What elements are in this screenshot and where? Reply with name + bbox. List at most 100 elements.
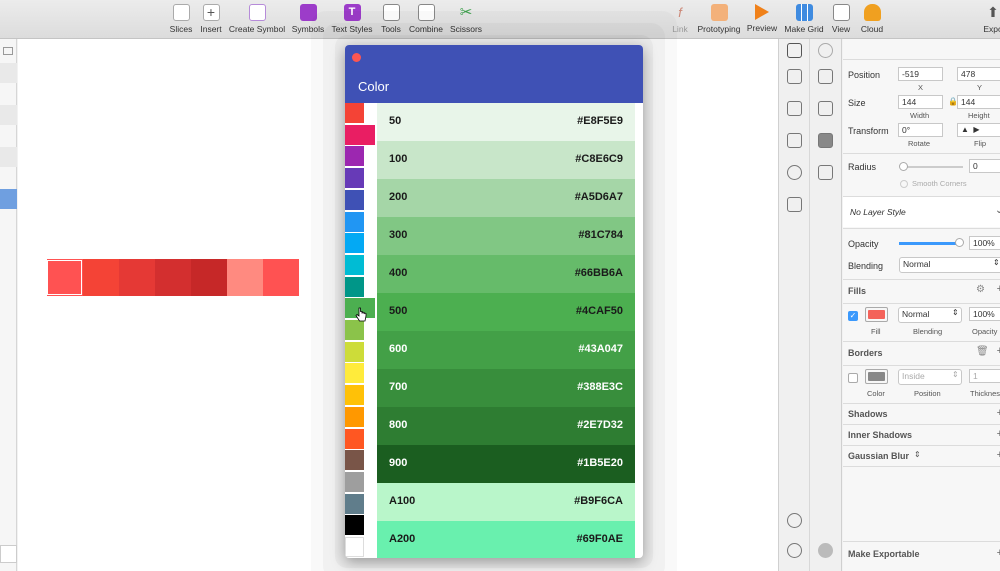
scissors-button[interactable]: ✂ Scissors <box>448 4 484 34</box>
fill-blending-select[interactable]: Normal ⇕ <box>898 307 962 323</box>
make-grid-button[interactable]: Make Grid <box>783 4 825 34</box>
opacity-slider-knob[interactable] <box>955 238 964 247</box>
shade-row[interactable]: 100 #C8E6C9 <box>377 141 635 179</box>
hue-swatch[interactable] <box>345 385 364 406</box>
x-input[interactable]: -519 <box>898 67 943 81</box>
export-panel-icon[interactable] <box>818 69 833 84</box>
radius-slider[interactable] <box>901 166 963 168</box>
hue-swatch[interactable] <box>345 103 364 123</box>
hue-swatch[interactable] <box>345 363 364 384</box>
symbols-tab-icon[interactable] <box>787 101 802 116</box>
palette-swatch[interactable] <box>119 259 155 296</box>
palette-swatch[interactable] <box>155 259 191 296</box>
inspector-tab-icon[interactable] <box>787 43 802 58</box>
hue-swatch[interactable] <box>345 168 364 189</box>
border-thickness-input[interactable]: 1 <box>969 369 1000 383</box>
hue-swatch[interactable] <box>345 406 364 427</box>
shade-row[interactable]: 400 #66BB6A <box>377 255 635 293</box>
shade-row[interactable]: 50 #E8F5E9 <box>377 103 635 141</box>
hue-swatch[interactable] <box>345 471 364 492</box>
combine-button[interactable]: Combine <box>408 4 444 34</box>
shade-row[interactable]: 800 #2E7D32 <box>377 407 635 445</box>
slices-button[interactable]: Slices <box>168 4 194 34</box>
shade-row[interactable]: 700 #388E3C <box>377 369 635 407</box>
flip-buttons[interactable]: ▲ ▶ <box>957 123 1000 137</box>
palette-icon[interactable] <box>787 165 802 180</box>
symbols-button[interactable]: Symbols <box>290 4 326 34</box>
hue-swatch[interactable] <box>345 233 364 254</box>
prototyping-button[interactable]: Prototyping <box>696 4 742 34</box>
shade-row[interactable]: 500 #4CAF50 <box>377 293 635 331</box>
opacity-slider[interactable] <box>899 242 961 245</box>
radius-input[interactable]: 0 <box>969 159 1000 173</box>
grid-icon[interactable] <box>787 197 802 212</box>
hue-swatch[interactable] <box>345 493 364 514</box>
layer-row[interactable] <box>0 147 17 167</box>
hue-swatch[interactable] <box>345 341 364 362</box>
hue-swatch[interactable] <box>345 450 364 471</box>
shade-row[interactable]: 900 #1B5E20 <box>377 445 635 483</box>
smooth-corners-checkbox[interactable] <box>900 180 908 188</box>
export-button[interactable]: ⬆ Expo <box>978 4 1000 34</box>
hue-swatch[interactable] <box>345 254 364 275</box>
shade-row[interactable]: 600 #43A047 <box>377 331 635 369</box>
hue-swatch[interactable] <box>345 189 364 210</box>
fill-opacity-input[interactable]: 100% <box>969 307 1000 321</box>
blocks-icon[interactable] <box>818 133 833 148</box>
height-input[interactable]: 144 <box>957 95 1000 109</box>
table-icon[interactable] <box>818 165 833 180</box>
palette-swatch[interactable] <box>83 259 119 296</box>
border-checkbox[interactable] <box>848 373 858 383</box>
create-symbol-button[interactable]: Create Symbol <box>228 4 286 34</box>
text-styles-button[interactable]: T Text Styles <box>330 4 374 34</box>
link-button[interactable]: f Link <box>668 4 692 34</box>
filter-input[interactable] <box>0 545 17 563</box>
help-icon[interactable] <box>787 513 802 528</box>
fontawesome-icon[interactable] <box>818 43 833 58</box>
add-border-icon[interactable]: + <box>997 345 1000 357</box>
shade-row[interactable]: 200 #A5D6A7 <box>377 179 635 217</box>
palette-swatch[interactable] <box>227 259 263 296</box>
hue-swatch[interactable] <box>345 211 364 232</box>
hue-swatch[interactable] <box>345 537 364 557</box>
border-color-well[interactable] <box>865 369 888 384</box>
cloud-button[interactable]: Cloud <box>858 4 886 34</box>
y-input[interactable]: 478 <box>957 67 1000 81</box>
share-icon[interactable] <box>787 69 802 84</box>
close-icon[interactable] <box>352 53 361 62</box>
list-icon[interactable] <box>818 101 833 116</box>
preview-button[interactable]: Preview <box>746 4 778 33</box>
shade-row[interactable]: A200 #69F0AE <box>377 521 635 558</box>
layer-style-select[interactable]: No Layer Style ⌄ <box>843 197 1000 227</box>
insert-button[interactable]: + Insert <box>198 4 224 34</box>
width-input[interactable]: 144 <box>898 95 943 109</box>
layer-row-selected[interactable] <box>0 189 17 209</box>
library-icon[interactable] <box>787 133 802 148</box>
add-blur-icon[interactable]: + <box>997 449 1000 461</box>
trash-icon[interactable]: 🗑 <box>976 346 989 357</box>
shade-row[interactable]: A100 #B9F6CA <box>377 483 635 521</box>
gear-icon[interactable]: ⚙ <box>976 284 985 295</box>
tools-button[interactable]: Tools <box>378 4 404 34</box>
stepper-icon[interactable]: ⇕ <box>914 450 921 459</box>
layer-row[interactable] <box>0 63 17 83</box>
add-fill-icon[interactable]: + <box>997 283 1000 295</box>
hue-swatch[interactable] <box>345 146 364 167</box>
hue-swatch[interactable] <box>345 276 364 297</box>
border-position-select[interactable]: Inside ⇕ <box>898 369 962 385</box>
info-icon[interactable] <box>818 543 833 558</box>
fill-color-well[interactable] <box>865 307 888 322</box>
add-shadow-icon[interactable]: + <box>997 407 1000 419</box>
collapse-icon[interactable] <box>0 45 17 59</box>
add-inner-shadow-icon[interactable]: + <box>997 428 1000 440</box>
settings-icon[interactable] <box>787 543 802 558</box>
view-button[interactable]: View <box>829 4 853 34</box>
hue-swatch[interactable] <box>345 515 364 536</box>
palette-swatch[interactable] <box>263 259 299 296</box>
rotate-input[interactable]: 0° <box>898 123 943 137</box>
shade-row[interactable]: 300 #81C784 <box>377 217 635 255</box>
hue-swatch[interactable] <box>345 428 364 449</box>
palette-swatch[interactable] <box>191 259 227 296</box>
layer-row[interactable] <box>0 105 17 125</box>
radius-slider-knob[interactable] <box>899 162 908 171</box>
